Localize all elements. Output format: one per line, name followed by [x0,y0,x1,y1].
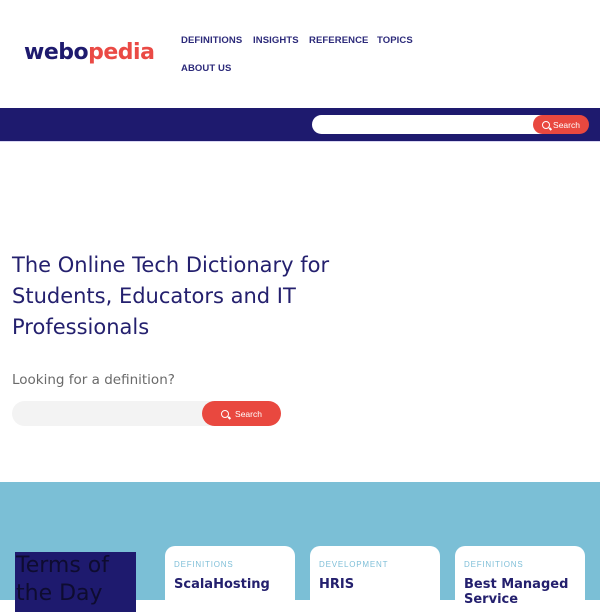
term-card[interactable]: DEFINITIONS Best Managed Service [455,546,585,616]
site-header: webopedia DEFINITIONS INSIGHTS REFERENCE… [0,0,600,108]
nav-reference[interactable]: REFERENCE [309,35,369,46]
hero-title: The Online Tech Dictionary for Students,… [12,253,330,339]
term-card[interactable]: DEFINITIONS ScalaHosting [165,546,295,616]
hero-search-button-label: Search [235,408,262,419]
hero-search-button[interactable]: Search [202,401,281,426]
top-search-button[interactable]: Search [533,115,589,134]
search-icon [221,409,230,418]
hero-subtitle: Looking for a definition? [12,372,175,388]
nav-topics[interactable]: TOPICS [377,35,413,46]
logo-text-part2: pedia [88,40,155,65]
term-card-title[interactable]: ScalaHosting [174,577,286,592]
terms-of-day-heading: Terms of the Day [15,552,136,612]
term-card[interactable]: DEVELOPMENT HRIS [310,546,440,616]
nav-insights[interactable]: INSIGHTS [253,35,299,46]
term-card-category: DEFINITIONS [464,560,524,569]
top-search-input[interactable] [312,115,560,134]
term-card-title[interactable]: Best Managed Service [464,577,576,607]
term-card-category: DEFINITIONS [174,560,234,569]
nav-definitions[interactable]: DEFINITIONS [181,35,242,46]
top-search-button-label: Search [553,119,580,130]
nav-about-us[interactable]: ABOUT US [181,63,231,74]
term-card-category: DEVELOPMENT [319,560,389,569]
webopedia-logo[interactable]: webopedia [24,40,155,65]
term-card-title[interactable]: HRIS [319,577,431,592]
search-icon [542,120,551,129]
search-band: Search [0,108,600,142]
logo-text-part1: webo [24,40,89,65]
